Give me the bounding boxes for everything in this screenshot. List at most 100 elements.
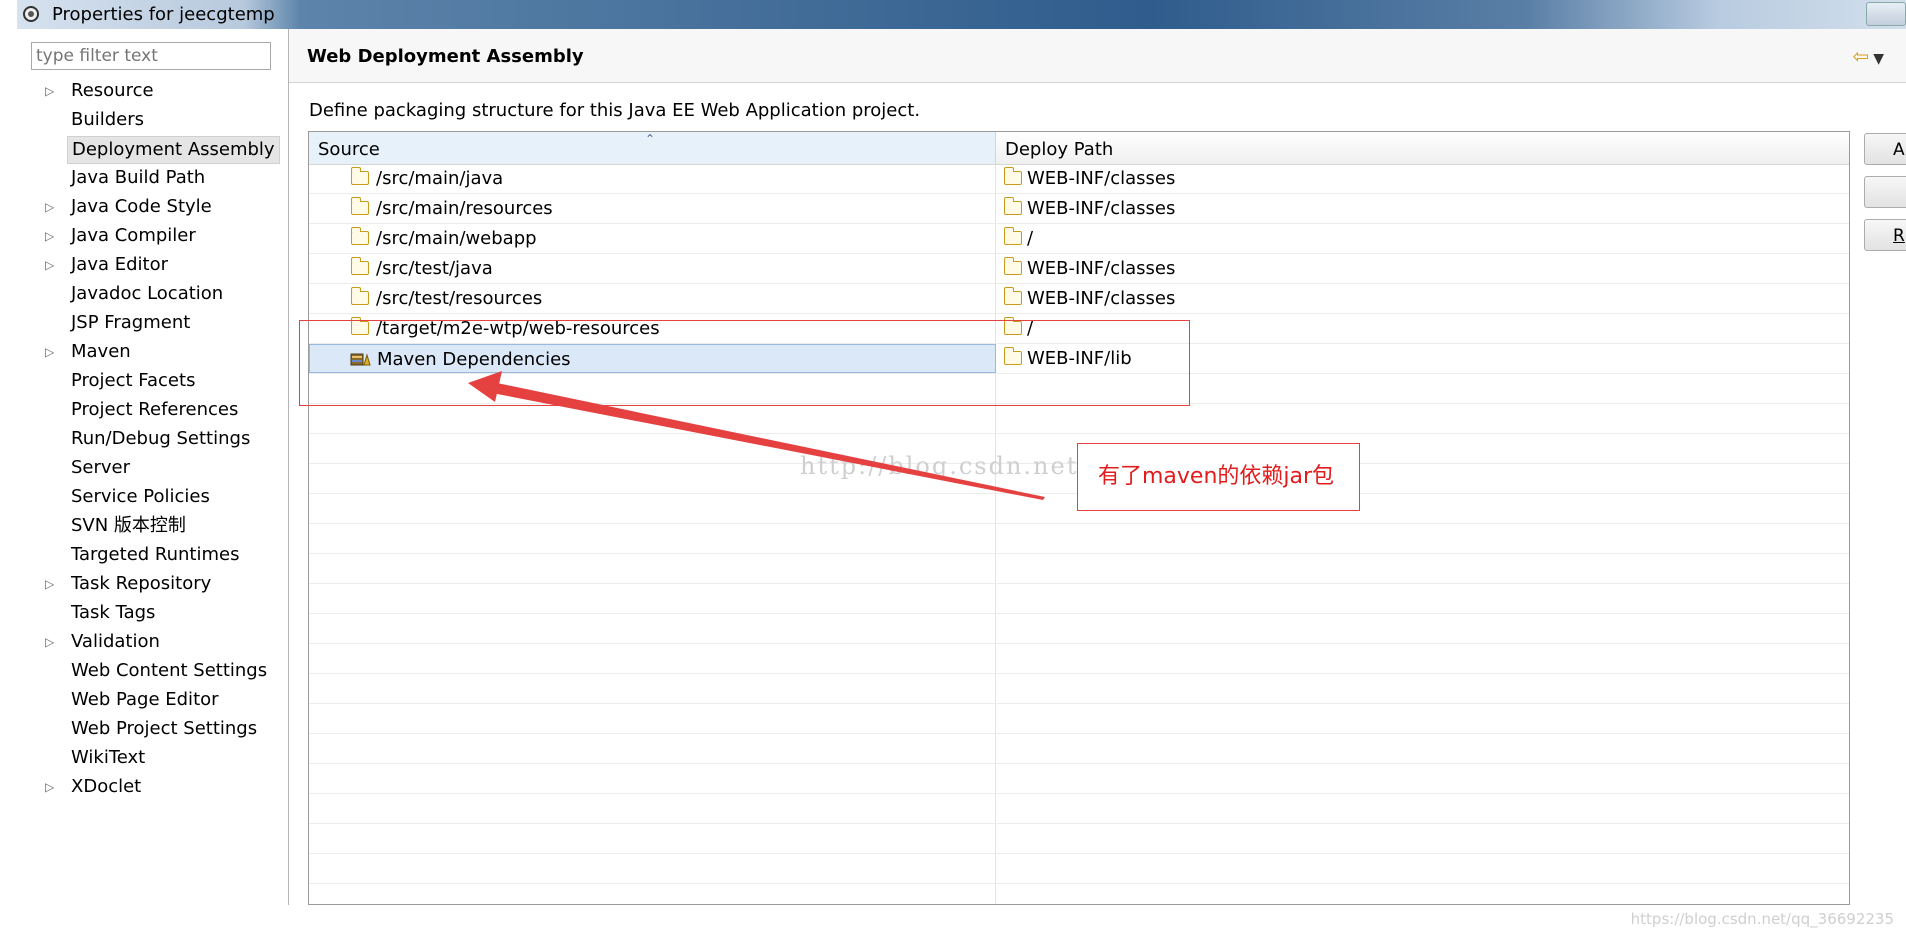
table-row-empty [309, 674, 1849, 704]
nav-item[interactable]: ▷ XDoclet [17, 773, 288, 802]
nav-item[interactable]: Server [17, 454, 288, 483]
source-cell: Maven Dependencies [309, 344, 996, 373]
table-row[interactable]: /src/main/java WEB-INF/classes [309, 164, 1849, 194]
nav-item[interactable]: Java Build Path [17, 164, 288, 193]
nav-item[interactable]: ▷ Java Editor [17, 251, 288, 280]
table-row[interactable]: /src/main/resources WEB-INF/classes [309, 194, 1849, 224]
expand-arrow-icon[interactable]: ▷ [45, 628, 54, 657]
deploy-path: WEB-INF/lib [1027, 348, 1132, 369]
button-label: R [1893, 226, 1905, 246]
nav-item[interactable]: ▷ Resource [17, 77, 288, 106]
table-row-empty [309, 584, 1849, 614]
source-cell [309, 884, 996, 904]
window-titlebar: Properties for jeecgtemp [17, 0, 1906, 29]
expand-arrow-icon[interactable]: ▷ [45, 193, 54, 222]
deploy-path-cell [996, 584, 1849, 613]
add-button[interactable]: A [1864, 133, 1906, 165]
expand-arrow-icon[interactable]: ▷ [45, 338, 54, 367]
source-cell [309, 404, 996, 433]
table-row-empty [309, 824, 1849, 854]
remove-button[interactable]: R [1864, 219, 1906, 251]
table-row[interactable]: /src/test/java WEB-INF/classes [309, 254, 1849, 284]
nav-item[interactable]: Web Content Settings [17, 657, 288, 686]
source-cell [309, 824, 996, 853]
filter-input[interactable] [31, 42, 271, 70]
nav-item-label: SVN 版本控制 [71, 515, 186, 536]
folder-icon [1003, 197, 1022, 215]
source-cell [309, 494, 996, 523]
nav-item[interactable]: Project References [17, 396, 288, 425]
deploy-path-cell: WEB-INF/classes [996, 194, 1849, 223]
deploy-path-cell [996, 674, 1849, 703]
nav-item[interactable]: ▷ Java Compiler [17, 222, 288, 251]
deploy-path: WEB-INF/classes [1027, 168, 1176, 189]
column-header-source[interactable]: ⌃ Source [309, 132, 996, 164]
expand-arrow-icon[interactable]: ▷ [45, 251, 54, 280]
nav-item-label: Targeted Runtimes [71, 544, 240, 565]
table-row-empty [309, 734, 1849, 764]
nav-item[interactable]: Run/Debug Settings [17, 425, 288, 454]
window-control-button[interactable] [1866, 2, 1906, 26]
nav-item[interactable]: Project Facets [17, 367, 288, 396]
nav-item-label: Task Repository [71, 573, 212, 594]
back-nav-icon[interactable]: ⇦ ▼ [1852, 44, 1884, 68]
table-row-empty [309, 554, 1849, 584]
source-path: /src/main/webapp [376, 228, 537, 249]
nav-item[interactable]: ▷ Java Code Style [17, 193, 288, 222]
nav-item[interactable]: JSP Fragment [17, 309, 288, 338]
expand-arrow-icon[interactable]: ▷ [45, 570, 54, 599]
nav-item[interactable]: ▷ Validation [17, 628, 288, 657]
deploy-path-cell: WEB-INF/classes [996, 164, 1849, 193]
nav-item-label: Resource [71, 80, 154, 101]
nav-item-label: Javadoc Location [71, 283, 224, 304]
deploy-path-cell [996, 824, 1849, 853]
nav-item-label: XDoclet [71, 776, 142, 797]
source-path: /src/main/resources [376, 198, 553, 219]
edit-button[interactable] [1864, 176, 1906, 208]
table-row[interactable]: /src/test/resources WEB-INF/classes [309, 284, 1849, 314]
nav-item[interactable]: Web Project Settings [17, 715, 288, 744]
chevron-down-icon[interactable]: ▼ [1873, 51, 1884, 67]
nav-item[interactable]: Targeted Runtimes [17, 541, 288, 570]
table-row-empty [309, 404, 1849, 434]
window-title: Properties for jeecgtemp [52, 4, 275, 25]
source-cell: /src/main/resources [309, 194, 996, 223]
folder-icon [350, 197, 369, 215]
nav-item[interactable]: Service Policies [17, 483, 288, 512]
expand-arrow-icon[interactable]: ▷ [45, 222, 54, 251]
column-header-deploy-path[interactable]: Deploy Path [996, 132, 1849, 164]
nav-item[interactable]: ▷ Task Repository [17, 570, 288, 599]
table-row-empty [309, 374, 1849, 404]
source-path: Maven Dependencies [377, 349, 571, 370]
nav-item[interactable]: Task Tags [17, 599, 288, 628]
nav-item-label: Builders [71, 109, 145, 130]
page-header: Web Deployment Assembly ⇦ ▼ [289, 29, 1906, 83]
annotation-note: 有了maven的依赖jar包 [1077, 443, 1360, 511]
page-description: Define packaging structure for this Java… [309, 100, 921, 121]
nav-item[interactable]: Builders [17, 106, 288, 135]
expand-arrow-icon[interactable]: ▷ [45, 77, 54, 106]
source-cell [309, 644, 996, 673]
deploy-path-cell [996, 644, 1849, 673]
table-row[interactable]: /src/main/webapp / [309, 224, 1849, 254]
table-row-empty [309, 884, 1849, 904]
nav-item[interactable]: Javadoc Location [17, 280, 288, 309]
source-cell [309, 614, 996, 643]
source-cell: /src/test/resources [309, 284, 996, 313]
expand-arrow-icon[interactable]: ▷ [45, 773, 54, 802]
table-row-empty [309, 644, 1849, 674]
nav-item[interactable]: SVN 版本控制 [17, 512, 288, 541]
nav-item[interactable]: WikiText [17, 744, 288, 773]
source-cell [309, 554, 996, 583]
nav-item[interactable]: Web Page Editor [17, 686, 288, 715]
table-row[interactable]: /target/m2e-wtp/web-resources / [309, 314, 1849, 344]
folder-icon [1003, 167, 1022, 185]
nav-item-label: Java Code Style [71, 196, 212, 217]
nav-item[interactable]: Deployment Assembly [17, 135, 288, 164]
table-row[interactable]: Maven Dependencies WEB-INF/lib [309, 344, 1849, 374]
source-cell [309, 374, 996, 403]
nav-item[interactable]: ▷ Maven [17, 338, 288, 367]
button-label: A [1893, 140, 1905, 160]
deploy-path-cell: WEB-INF/lib [996, 344, 1849, 373]
deploy-path: WEB-INF/classes [1027, 258, 1176, 279]
